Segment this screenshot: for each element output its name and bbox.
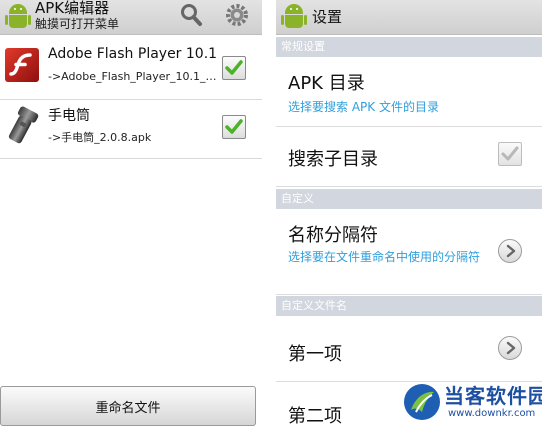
pref-title: 第一项 bbox=[288, 344, 342, 365]
search-subdirs-checkbox[interactable] bbox=[498, 142, 522, 166]
chevron-right-icon[interactable] bbox=[498, 336, 522, 360]
settings-title: 设置 bbox=[312, 8, 343, 26]
app-subtitle: 触摸可打开菜单 bbox=[35, 17, 120, 31]
file-path: ->Adobe_Flash_Player_10.1_10... bbox=[48, 70, 218, 83]
pref-summary: 选择要在文件重命名中使用的分隔符 bbox=[288, 250, 481, 264]
title-bar: 设置 bbox=[276, 0, 542, 35]
file-row-flashlight[interactable]: 手电筒 ->手电筒_2.0.8.apk bbox=[0, 101, 262, 159]
pref-summary: 选择要搜索 APK 文件的目录 bbox=[288, 100, 439, 114]
flash-player-icon bbox=[4, 47, 40, 83]
title-bar[interactable]: APK编辑器 触摸可打开菜单 bbox=[0, 0, 262, 35]
file-name: 手电筒 bbox=[48, 108, 90, 124]
file-path: ->手电筒_2.0.8.apk bbox=[48, 131, 152, 144]
pref-title: APK 目录 bbox=[288, 73, 365, 94]
checkmark-icon bbox=[225, 60, 243, 75]
file-checkbox[interactable] bbox=[222, 115, 246, 139]
section-header-general: 常规设置 bbox=[276, 37, 542, 57]
gear-icon[interactable] bbox=[224, 2, 250, 28]
pref-search-subdirs[interactable]: 搜索子目录 bbox=[276, 127, 542, 187]
rename-files-button[interactable]: 重命名文件 bbox=[0, 386, 256, 426]
chevron-right-icon[interactable] bbox=[498, 239, 522, 263]
pref-apk-directory[interactable]: APK 目录 选择要搜索 APK 文件的目录 bbox=[276, 57, 542, 127]
file-row-flash-player[interactable]: Adobe Flash Player 10.1 ->Adobe_Flash_Pl… bbox=[0, 42, 262, 100]
settings-screen: 设置 常规设置 APK 目录 选择要搜索 APK 文件的目录 搜索子目录 自定义… bbox=[276, 0, 542, 430]
flashlight-icon bbox=[4, 106, 40, 144]
file-checkbox[interactable] bbox=[222, 56, 246, 80]
watermark-logo-icon bbox=[402, 382, 442, 422]
pref-title: 第二项 bbox=[288, 406, 342, 427]
section-header-custom-filename: 自定义文件名 bbox=[276, 296, 542, 316]
file-name: Adobe Flash Player 10.1 bbox=[48, 46, 218, 62]
watermark-url: www.downkr.com bbox=[448, 408, 536, 419]
search-icon[interactable] bbox=[178, 2, 204, 28]
watermark: 当客软件园 www.downkr.com bbox=[396, 380, 542, 430]
pref-name-separator[interactable]: 名称分隔符 选择要在文件重命名中使用的分隔符 bbox=[276, 209, 542, 295]
section-header-custom: 自定义 bbox=[276, 189, 542, 209]
apk-editor-screen: APK编辑器 触摸可打开菜单 Adobe Flash Player 10.1 -… bbox=[0, 0, 262, 430]
pref-title: 名称分隔符 bbox=[288, 225, 378, 246]
android-icon bbox=[5, 3, 31, 31]
pref-title: 搜索子目录 bbox=[288, 149, 378, 170]
watermark-name: 当客软件园 bbox=[444, 384, 542, 408]
android-icon bbox=[281, 3, 307, 31]
pref-first-item[interactable]: 第一项 bbox=[276, 316, 542, 382]
checkmark-icon bbox=[501, 146, 519, 161]
checkmark-icon bbox=[225, 119, 243, 134]
